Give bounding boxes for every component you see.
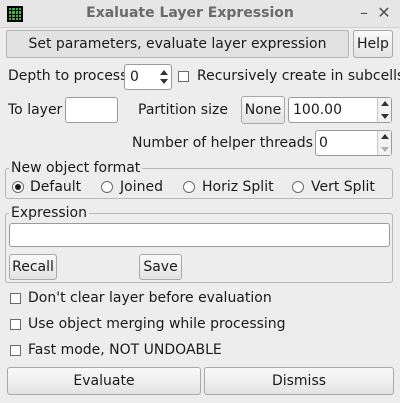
minimize-icon[interactable]: – <box>355 4 373 22</box>
format-default-label: Default <box>30 179 82 195</box>
partition-value: 100.00 <box>293 102 342 118</box>
recursive-checkbox[interactable] <box>178 71 189 82</box>
format-joined-radio[interactable] <box>101 181 113 193</box>
object-format-title: New object format <box>9 160 143 176</box>
recall-button-label: Recall <box>12 259 54 275</box>
save-button[interactable]: Save <box>139 254 182 280</box>
format-horiz-split-radio[interactable] <box>183 181 195 193</box>
depth-spinner-arrows[interactable] <box>157 65 171 89</box>
no-clear-checkbox[interactable] <box>10 293 21 304</box>
partition-spinner[interactable]: 100.00 <box>288 97 392 123</box>
partition-label: Partition size <box>138 102 228 118</box>
header-label-text: Set parameters, evaluate layer expressio… <box>28 36 327 52</box>
recall-button[interactable]: Recall <box>9 254 57 280</box>
save-button-label: Save <box>143 259 178 275</box>
app-icon <box>7 6 23 22</box>
partition-none-label: None <box>244 102 282 118</box>
threads-value: 0 <box>319 135 328 151</box>
depth-value: 0 <box>130 69 139 85</box>
format-joined-label: Joined <box>120 179 163 195</box>
threads-label: Number of helper threads <box>132 135 313 151</box>
to-layer-input[interactable] <box>65 97 118 123</box>
header-label: Set parameters, evaluate layer expressio… <box>6 30 349 58</box>
merge-label: Use object merging while processing <box>28 316 286 332</box>
evaluate-button-label: Evaluate <box>73 373 135 389</box>
chevron-up-icon <box>381 101 389 106</box>
help-button-label: Help <box>357 36 389 52</box>
chevron-up-icon <box>160 70 168 75</box>
fast-mode-checkbox[interactable] <box>10 345 21 356</box>
dismiss-button[interactable]: Dismiss <box>204 367 394 395</box>
expression-input[interactable] <box>9 223 390 247</box>
fast-mode-label: Fast mode, NOT UNDOABLE <box>28 342 222 358</box>
chevron-up-icon <box>381 134 389 139</box>
format-vert-split-label: Vert Split <box>311 179 375 195</box>
window-title: Exaluate Layer Expression <box>86 5 294 21</box>
to-layer-label: To layer <box>8 102 63 118</box>
merge-checkbox[interactable] <box>10 319 21 330</box>
depth-spinner[interactable]: 0 <box>124 64 172 90</box>
no-clear-label: Don't clear layer before evaluation <box>28 290 272 306</box>
format-default-radio[interactable] <box>12 181 24 193</box>
threads-spinner[interactable]: 0 <box>315 130 392 156</box>
recursive-label: Recursively create in subcells <box>197 68 400 84</box>
format-horiz-split-label: Horiz Split <box>202 179 274 195</box>
partition-spinner-arrows[interactable] <box>377 98 391 122</box>
format-vert-split-radio[interactable] <box>292 181 304 193</box>
depth-label: Depth to process <box>8 68 128 84</box>
close-icon[interactable]: ✕ <box>375 4 393 22</box>
chevron-down-icon <box>160 79 168 84</box>
threads-spinner-arrows[interactable] <box>377 131 391 155</box>
dismiss-button-label: Dismiss <box>271 373 327 389</box>
evaluate-button[interactable]: Evaluate <box>7 367 201 395</box>
expression-title: Expression <box>9 205 89 221</box>
partition-none-button[interactable]: None <box>241 96 285 124</box>
help-button[interactable]: Help <box>353 30 393 58</box>
chevron-down-icon <box>381 114 389 119</box>
chevron-down-icon <box>381 147 389 152</box>
